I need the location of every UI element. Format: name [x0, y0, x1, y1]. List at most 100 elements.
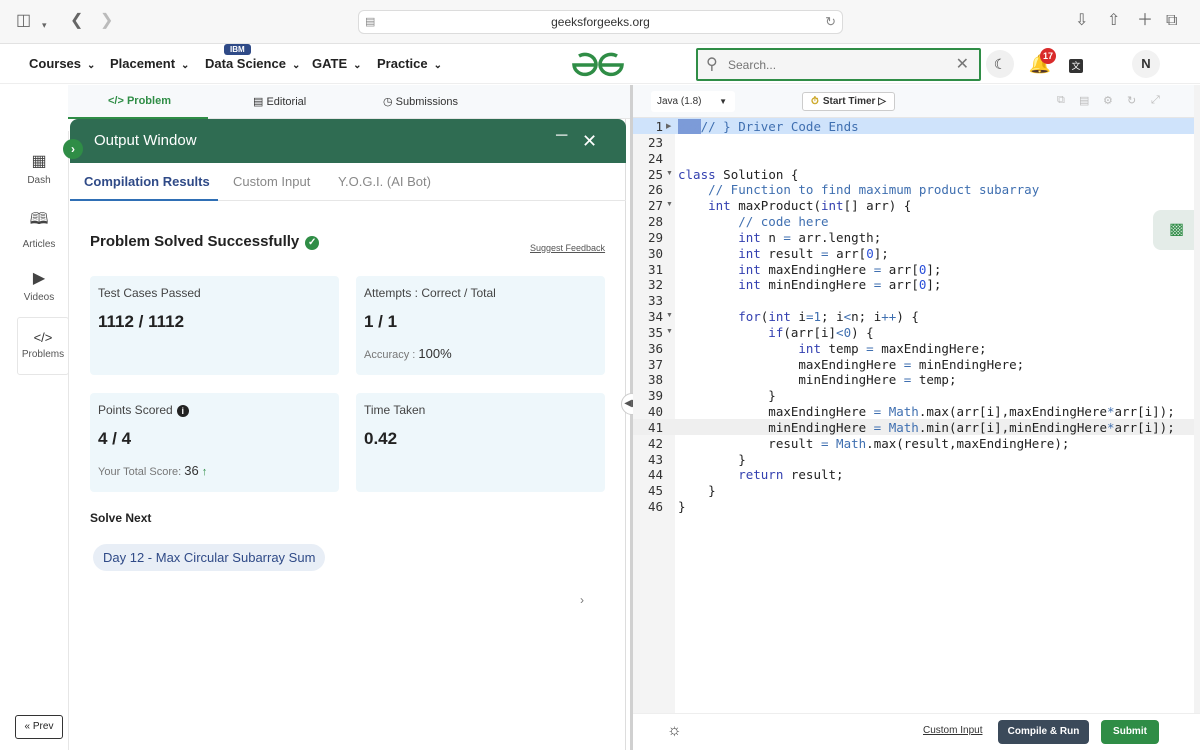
- fold-arrow-icon[interactable]: ▼: [666, 312, 673, 319]
- fold-arrow-icon[interactable]: ▼: [666, 328, 673, 335]
- next-problem-link[interactable]: Day 12 - Max Circular Subarray Sum: [93, 544, 326, 571]
- fold-arrow-icon[interactable]: ▶: [666, 122, 671, 130]
- code-line[interactable]: class Solution {: [678, 167, 798, 182]
- code-line[interactable]: int n = arr.length;: [678, 230, 881, 245]
- code-line[interactable]: int temp = maxEndingHere;: [678, 341, 986, 356]
- url-bar[interactable]: ▤ geeksforgeeks.org ↻: [358, 10, 843, 34]
- line-number: 23: [647, 135, 663, 150]
- editor-toolbar: Java (1.8) ▼ ⏱ Start Timer ▷ ⧉ ▤ ⚙ ↻ ⤢: [633, 85, 1200, 118]
- code-line[interactable]: // code here: [678, 214, 828, 229]
- chevron-down-icon: ⌄: [291, 60, 301, 71]
- code-line[interactable]: int result = arr[0];: [678, 246, 889, 261]
- chevron-right-icon[interactable]: ›: [580, 593, 584, 607]
- code-icon: </>: [33, 330, 53, 345]
- line-number: 38: [647, 372, 663, 387]
- code-line[interactable]: int maxEndingHere = arr[0];: [678, 262, 941, 277]
- code-line[interactable]: for(int i=1; i<n; i++) {: [678, 309, 919, 324]
- gfg-logo[interactable]: [570, 51, 626, 79]
- code-line[interactable]: }: [678, 499, 686, 514]
- sidebar-item-articles[interactable]: 🕮 Articles: [9, 208, 69, 250]
- prev-button[interactable]: « Prev: [15, 715, 63, 739]
- sidebar-item-problems[interactable]: </> Problems: [17, 317, 69, 375]
- code-line[interactable]: }: [678, 388, 776, 403]
- nav-item-data-science[interactable]: Data Science ⌄: [205, 56, 300, 71]
- download-icon[interactable]: ⇩: [1075, 11, 1088, 31]
- share-icon[interactable]: ⇧: [1107, 11, 1120, 31]
- code-line[interactable]: return result;: [678, 467, 843, 482]
- fullscreen-icon[interactable]: ⤢: [1151, 94, 1160, 107]
- code-line[interactable]: minEndingHere = Math.min(arr[i],minEndin…: [678, 420, 1174, 435]
- chat-button[interactable]: ▩: [1153, 210, 1200, 250]
- reload-icon[interactable]: ↻: [825, 11, 836, 33]
- translate-button[interactable]: 文: [1062, 50, 1090, 78]
- points-label: Points Scored i: [98, 403, 189, 417]
- line-number: 24: [647, 151, 663, 166]
- sidebar-toggle-icon[interactable]: ◫: [16, 11, 31, 31]
- expand-arrow-icon[interactable]: ›: [63, 139, 83, 159]
- fold-arrow-icon[interactable]: ▼: [666, 201, 673, 208]
- output-tabs: Compilation Results Custom Input Y.O.G.I…: [70, 163, 626, 201]
- minimize-icon[interactable]: ─: [556, 127, 567, 145]
- line-number: 31: [647, 262, 663, 277]
- tab-editorial[interactable]: ▤ Editorial: [253, 95, 306, 108]
- line-number: 25: [647, 167, 663, 182]
- nav-item-practice[interactable]: Practice ⌄: [377, 56, 442, 71]
- search-input[interactable]: [728, 56, 948, 74]
- nav-item-gate[interactable]: GATE ⌄: [312, 56, 362, 71]
- sidebar-item-videos[interactable]: ▶ Videos: [9, 268, 69, 303]
- code-line[interactable]: if(arr[i]<0) {: [678, 325, 873, 340]
- tab-submissions[interactable]: ◷ Submissions: [383, 95, 458, 108]
- language-select[interactable]: Java (1.8) ▼: [651, 91, 735, 112]
- close-icon[interactable]: ✕: [956, 54, 969, 74]
- tab-problem[interactable]: </> Problem: [108, 95, 171, 107]
- chevron-down-icon[interactable]: ▾: [42, 15, 47, 35]
- nav-item-placement[interactable]: Placement ⌄: [110, 56, 189, 71]
- check-icon: ✓: [305, 236, 320, 250]
- test-cases-label: Test Cases Passed: [98, 286, 201, 300]
- output-window-title: Output Window: [94, 132, 197, 149]
- chevron-down-icon: ⌄: [87, 60, 96, 71]
- close-icon[interactable]: ✕: [582, 131, 597, 152]
- code-line[interactable]: }: [678, 452, 746, 467]
- code-line[interactable]: minEndingHere = temp;: [678, 372, 956, 387]
- code-icon: </>: [108, 95, 127, 107]
- page-scrollbar[interactable]: [1194, 85, 1200, 750]
- code-line[interactable]: result = Math.max(result,maxEndingHere);: [678, 436, 1069, 451]
- line-number: 26: [647, 182, 663, 197]
- tab-yogi-ai-bot[interactable]: Y.O.G.I. (AI Bot): [338, 174, 431, 189]
- nav-item-courses[interactable]: Courses ⌄: [29, 56, 95, 71]
- back-icon[interactable]: ❮: [70, 11, 83, 31]
- forward-icon[interactable]: ❯: [100, 11, 113, 31]
- start-timer-button[interactable]: ⏱ Start Timer ▷: [802, 92, 895, 111]
- line-number: 32: [647, 277, 663, 292]
- fold-arrow-icon[interactable]: ▼: [666, 170, 673, 177]
- tab-compilation-results[interactable]: Compilation Results: [84, 174, 210, 189]
- code-line[interactable]: int minEndingHere = arr[0];: [678, 277, 941, 292]
- dark-mode-toggle[interactable]: ☾: [986, 50, 1014, 78]
- info-icon[interactable]: i: [176, 405, 189, 417]
- custom-input-link[interactable]: Custom Input: [923, 725, 982, 736]
- code-line[interactable]: int maxProduct(int[] arr) {: [678, 198, 911, 213]
- url-text: geeksforgeeks.org: [551, 15, 650, 29]
- compile-run-button[interactable]: Compile & Run: [998, 720, 1089, 744]
- gear-icon[interactable]: ⚙: [1103, 94, 1113, 107]
- copy-icon[interactable]: ⧉: [1057, 94, 1065, 107]
- new-tab-icon[interactable]: ＋: [1137, 11, 1153, 31]
- search-box[interactable]: ⚲ ✕: [696, 48, 981, 81]
- code-line[interactable]: maxEndingHere = minEndingHere;: [678, 357, 1024, 372]
- avatar[interactable]: N: [1132, 50, 1160, 78]
- paste-icon[interactable]: ▤: [1079, 94, 1089, 107]
- lightbulb-icon[interactable]: ☼: [667, 722, 682, 740]
- suggest-feedback-link[interactable]: Suggest Feedback: [530, 243, 605, 253]
- submit-button[interactable]: Submit: [1101, 720, 1159, 744]
- reset-icon[interactable]: ↻: [1127, 94, 1136, 107]
- code-line[interactable]: }: [678, 483, 716, 498]
- code-line[interactable]: maxEndingHere = Math.max(arr[i],maxEndin…: [678, 404, 1174, 419]
- code-line[interactable]: // Function to find maximum product suba…: [678, 182, 1039, 197]
- tabs-overview-icon[interactable]: ⧉: [1166, 11, 1177, 31]
- arrow-up-icon: ↑: [201, 466, 208, 478]
- code-line[interactable]: xxx// } Driver Code Ends: [678, 119, 859, 134]
- tab-custom-input[interactable]: Custom Input: [233, 174, 310, 189]
- sidebar-item-dash[interactable]: ▦ Dash: [9, 151, 69, 186]
- line-number: 44: [647, 467, 663, 482]
